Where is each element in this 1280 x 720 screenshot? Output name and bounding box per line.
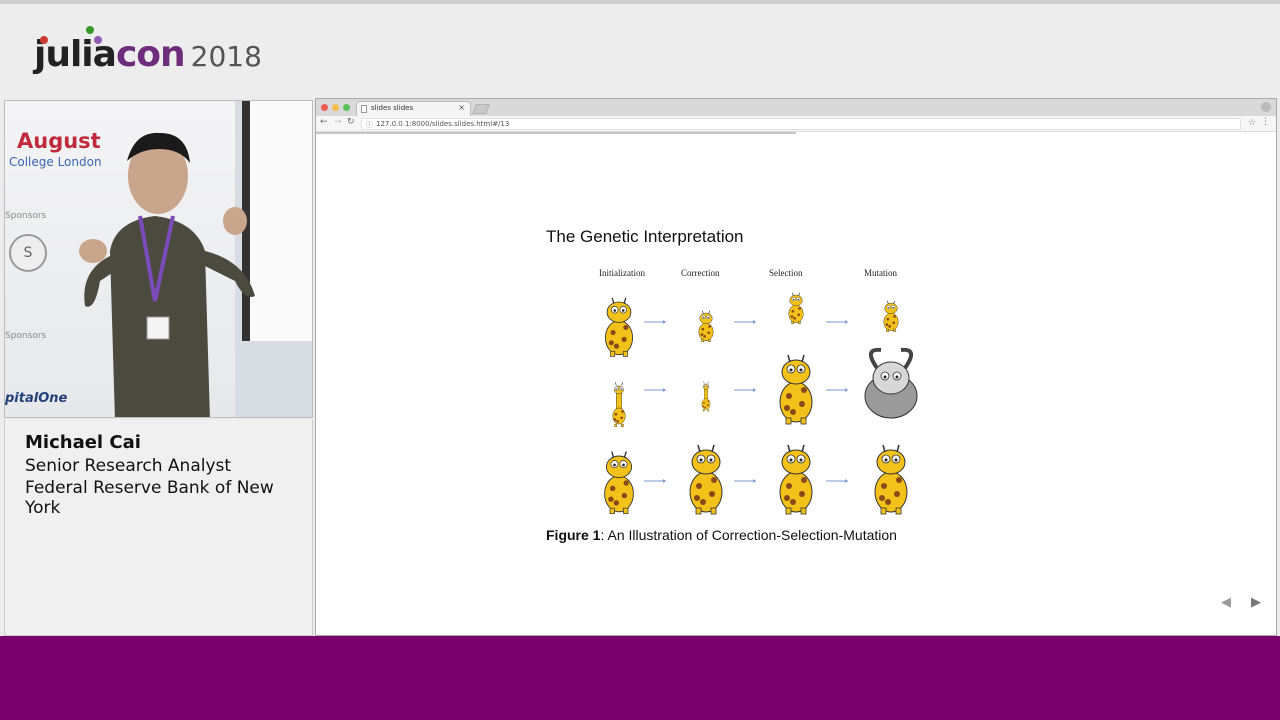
giraffe-r2-c2 <box>701 381 711 412</box>
giraffe-r3-c2 <box>689 444 723 515</box>
slide-content: The Genetic Interpretation Initializatio… <box>316 135 1276 635</box>
giraffe-r1-c4 <box>883 300 899 332</box>
url-text: 127.0.0.1:8000/slides.slides.html#/13 <box>376 120 510 128</box>
giraffe-r1-c1 <box>604 297 634 357</box>
conference-header: julia con 2018 <box>0 0 1280 98</box>
sponsors-label-2: Sponsors <box>5 331 47 341</box>
logo-con-text: con <box>115 34 186 75</box>
figure-illustration <box>604 292 918 515</box>
figure-caption-text: : An Illustration of Correction-Selectio… <box>600 527 897 543</box>
sponsors-label-1: Sponsors <box>5 211 47 221</box>
giraffe-r2-c1 <box>612 382 626 427</box>
slide-title: The Genetic Interpretation <box>546 227 744 246</box>
window-close-icon[interactable] <box>321 104 328 111</box>
figure-label: Figure 1 <box>546 527 601 543</box>
bottom-purple-band <box>0 636 1280 720</box>
arrow-r3-c-head <box>845 479 848 483</box>
speaker-organization: Federal Reserve Bank of New York <box>25 478 274 518</box>
logo-dot-green-icon <box>86 26 94 34</box>
arrow-r2-a-head <box>663 388 666 392</box>
slide-next-arrow-icon[interactable]: ▶ <box>1251 595 1261 610</box>
browser-tab[interactable]: slides slides × <box>356 101 471 116</box>
giraffe-r2-c3 <box>779 354 813 425</box>
juliacon-logo: julia con 2018 <box>34 34 262 75</box>
speaker-title: Senior Research Analyst <box>25 456 232 476</box>
speaker-name: Michael Cai <box>25 432 141 453</box>
giraffe-r3-c4 <box>874 444 908 515</box>
window-maximize-icon[interactable] <box>343 104 350 111</box>
address-bar[interactable]: ⓘ 127.0.0.1:8000/slides.slides.html#/13 <box>361 118 1241 130</box>
arrow-r3-a-head <box>663 479 666 483</box>
browser-window: slides slides × ← → ↻ ⓘ 127.0.0.1:8000/s… <box>315 98 1277 636</box>
arrow-r2-c-head <box>845 388 848 392</box>
speaker-caption: Michael Cai Senior Research Analyst Fede… <box>4 420 313 636</box>
giraffe-r1-c3 <box>788 292 804 324</box>
arrow-r1-a-head <box>663 320 666 324</box>
browser-toolbar: ← → ↻ ⓘ 127.0.0.1:8000/slides.slides.htm… <box>316 116 1276 132</box>
logo-dot-purple-icon <box>94 36 102 44</box>
speaker-figure <box>79 132 255 417</box>
slide-progress-bar <box>316 132 796 134</box>
logo-year-text: 2018 <box>190 40 262 73</box>
video-frame: julia con 2018 August College London Spo… <box>0 0 1280 720</box>
arrow-r2-b-head <box>753 388 756 392</box>
giraffe-r3-c1 <box>604 451 634 514</box>
tab-close-icon[interactable]: × <box>458 103 465 112</box>
arrow-r3-b-head <box>753 479 756 483</box>
browser-tab-bar: slides slides × <box>316 99 1276 116</box>
back-arrow-icon[interactable]: ← <box>320 117 328 127</box>
goat-r2-c4 <box>864 347 918 419</box>
slide-prev-arrow-icon[interactable]: ◀ <box>1221 595 1231 610</box>
bookmark-star-icon[interactable]: ☆ <box>1248 118 1256 128</box>
new-tab-button[interactable] <box>472 104 490 114</box>
browser-menu-icon[interactable]: ⋮ <box>1261 117 1270 127</box>
profile-icon[interactable] <box>1261 102 1271 112</box>
arrow-r1-c-head <box>845 320 848 324</box>
tab-title: slides slides <box>371 104 414 112</box>
page-icon <box>361 105 367 113</box>
reload-icon[interactable]: ↻ <box>347 117 355 127</box>
forward-arrow-icon[interactable]: → <box>334 117 342 127</box>
giraffe-r3-c3 <box>779 444 813 515</box>
logo-dot-red-icon <box>40 36 48 44</box>
speaker-camera: August College London Sponsors S Sponsor… <box>4 100 313 418</box>
arrow-r1-b-head <box>753 320 756 324</box>
window-minimize-icon[interactable] <box>332 104 339 111</box>
genetic-figure: Initialization Correction Selection Muta… <box>586 260 926 520</box>
university-seal-icon: S <box>9 234 47 272</box>
giraffe-r1-c2 <box>698 310 714 342</box>
figure-caption: Figure 1: An Illustration of Correction-… <box>546 527 897 543</box>
site-info-icon[interactable]: ⓘ <box>366 120 373 130</box>
